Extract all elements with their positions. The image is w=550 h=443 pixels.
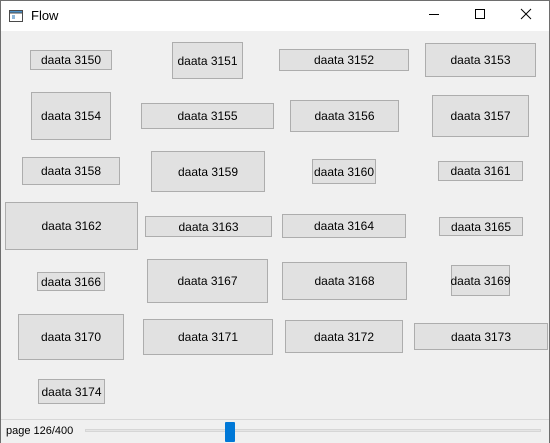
flow-item[interactable]: daata 3158 bbox=[22, 157, 120, 185]
flow-item[interactable]: daata 3153 bbox=[425, 43, 536, 77]
flow-item[interactable]: daata 3169 bbox=[450, 265, 511, 296]
flow-item[interactable]: daata 3170 bbox=[18, 314, 124, 360]
flow-item[interactable]: daata 3159 bbox=[151, 151, 265, 192]
flow-item[interactable]: daata 3157 bbox=[432, 95, 529, 137]
page-indicator: page 126/400 bbox=[6, 425, 74, 437]
flow-item[interactable]: daata 3156 bbox=[290, 100, 399, 132]
flow-item[interactable]: daata 3162 bbox=[5, 202, 138, 250]
maximize-icon bbox=[474, 7, 486, 25]
title-bar[interactable]: Flow bbox=[1, 1, 549, 31]
flow-item[interactable]: daata 3151 bbox=[172, 42, 243, 79]
page-slider-track[interactable] bbox=[85, 429, 541, 432]
flow-item[interactable]: daata 3168 bbox=[282, 262, 407, 300]
flow-item[interactable]: daata 3154 bbox=[31, 92, 111, 140]
status-bar: page 126/400 bbox=[1, 419, 549, 443]
flow-item[interactable]: daata 3161 bbox=[438, 161, 523, 181]
flow-item[interactable]: daata 3150 bbox=[30, 50, 112, 70]
minimize-icon bbox=[428, 7, 440, 25]
close-icon bbox=[520, 7, 532, 25]
flow-layout-area: daata 3150 daata 3151 daata 3152 daata 3… bbox=[1, 31, 549, 419]
flow-item[interactable]: daata 3163 bbox=[145, 216, 272, 237]
page-slider-handle[interactable] bbox=[225, 422, 235, 442]
flow-item[interactable]: daata 3171 bbox=[143, 319, 273, 355]
flow-item[interactable]: daata 3164 bbox=[282, 214, 406, 238]
flow-item[interactable]: daata 3165 bbox=[439, 217, 523, 236]
flow-item[interactable]: daata 3173 bbox=[414, 323, 548, 350]
flow-item[interactable]: daata 3152 bbox=[279, 49, 409, 71]
close-button[interactable] bbox=[503, 1, 549, 31]
flow-item[interactable]: daata 3174 bbox=[38, 379, 105, 404]
flow-item[interactable]: daata 3167 bbox=[147, 259, 268, 303]
flow-item[interactable]: daata 3155 bbox=[141, 103, 274, 129]
flow-window: Flow daata 3150 daata 3151 daata 3152 da… bbox=[0, 0, 550, 443]
window-title: Flow bbox=[31, 8, 59, 23]
flow-item[interactable]: daata 3166 bbox=[37, 272, 105, 291]
window-app-icon bbox=[9, 9, 23, 23]
minimize-button[interactable] bbox=[411, 1, 457, 31]
maximize-button[interactable] bbox=[457, 1, 503, 31]
flow-item[interactable]: daata 3172 bbox=[285, 320, 403, 353]
flow-item[interactable]: daata 3160 bbox=[312, 159, 376, 184]
